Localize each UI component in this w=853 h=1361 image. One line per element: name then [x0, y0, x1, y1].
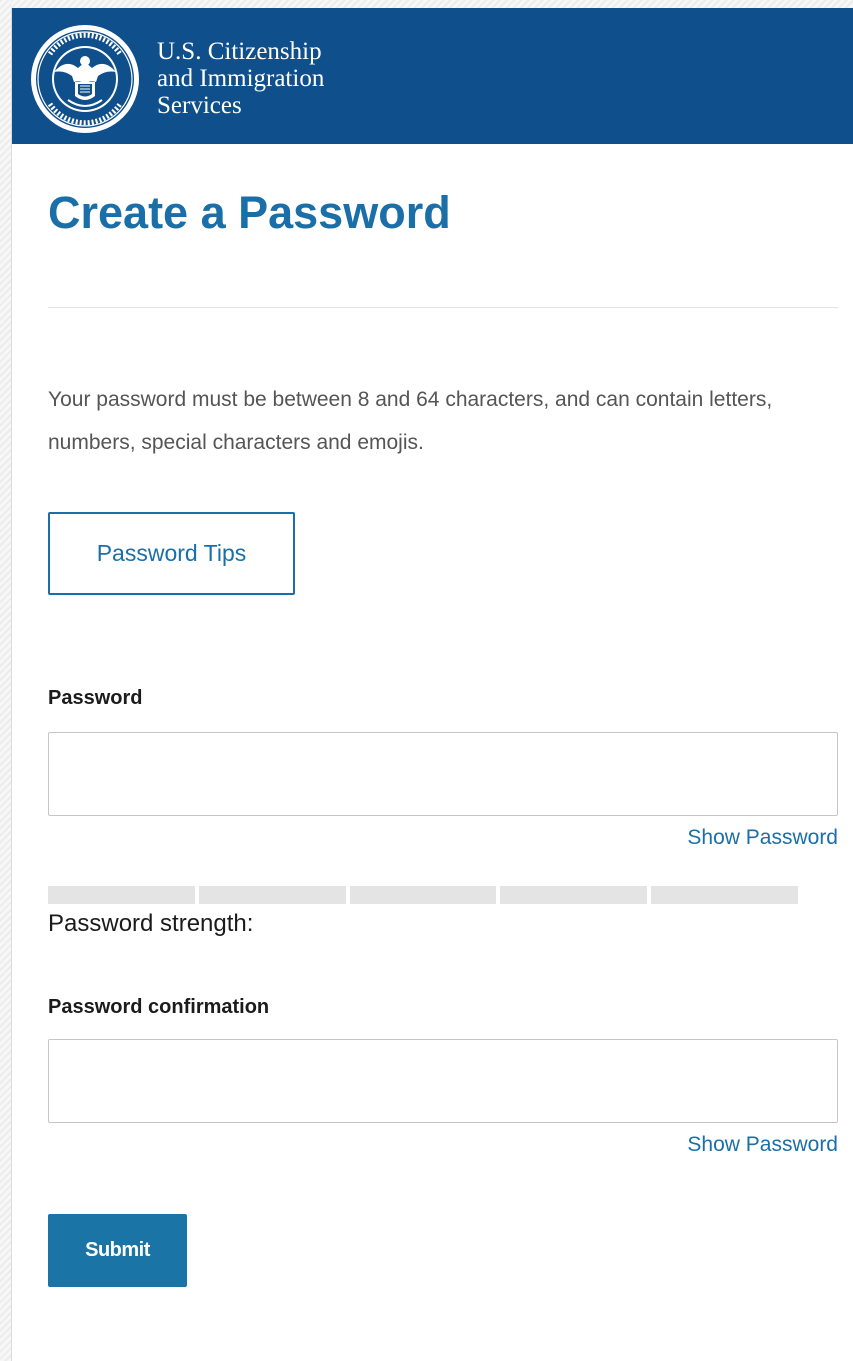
page-title: Create a Password: [48, 187, 451, 238]
show-password-confirmation-link[interactable]: Show Password: [687, 1133, 838, 1157]
password-strength-label: Password strength:: [48, 910, 254, 937]
password-input[interactable]: [48, 732, 838, 816]
strength-segment: [500, 886, 648, 904]
submit-button[interactable]: Submit: [48, 1214, 187, 1287]
password-requirements-text: Your password must be between 8 and 64 c…: [48, 388, 773, 454]
site-header: U.S. Citizenship and Immigration Service…: [12, 8, 853, 144]
show-password-link[interactable]: Show Password: [687, 826, 838, 850]
agency-name: U.S. Citizenship and Immigration Service…: [157, 38, 324, 119]
password-confirmation-label: Password confirmation: [48, 996, 270, 1018]
page-margin-left: [0, 0, 12, 1361]
strength-segment: [48, 886, 195, 904]
password-tips-button[interactable]: Password Tips: [48, 512, 295, 595]
password-confirmation-input[interactable]: [48, 1039, 838, 1123]
agency-name-line-3: Services: [157, 92, 242, 119]
strength-segment: [349, 886, 497, 904]
agency-name-line-1: U.S. Citizenship: [157, 38, 322, 65]
strength-segment: [651, 886, 798, 904]
password-label: Password: [48, 687, 143, 709]
password-strength-meter: [48, 886, 798, 904]
agency-name-line-2: and Immigration: [157, 65, 325, 92]
title-divider: [48, 307, 838, 308]
page-margin-top: [11, 0, 853, 8]
strength-segment: [198, 886, 346, 904]
dhs-seal-icon: [31, 25, 139, 133]
